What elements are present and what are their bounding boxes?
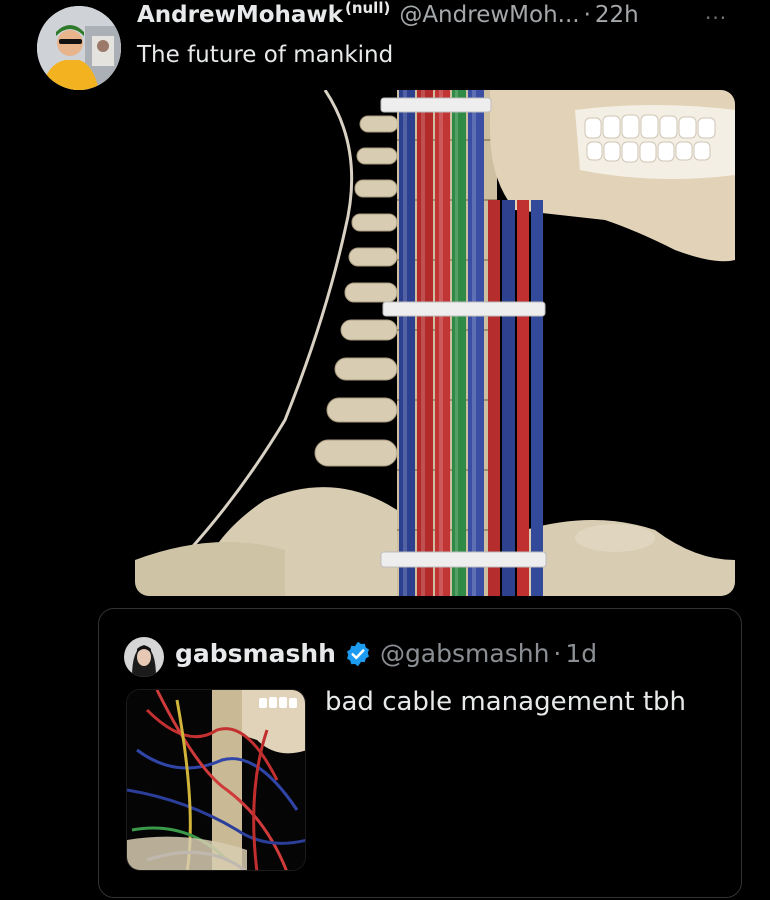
separator-dot: · <box>583 2 591 28</box>
anatomy-neck-vessels-image <box>127 690 305 870</box>
avatar-image <box>37 6 121 90</box>
quoted-tweet-text: bad cable management tbh <box>325 687 687 717</box>
quoted-tweet-header: gabsmashh @gabsmashh · 1d <box>175 639 597 668</box>
tweet-header: AndrewMohawk (null) @AndrewMoh... · 22h <box>137 0 639 38</box>
tweet-text: The future of mankind <box>137 42 394 68</box>
quoted-tweet-timestamp[interactable]: 1d <box>565 639 597 668</box>
more-options-icon[interactable]: ··· <box>705 6 727 30</box>
separator-dot: · <box>553 639 562 668</box>
avatar-image <box>124 637 164 677</box>
quoted-tweet-media[interactable] <box>126 689 306 871</box>
anatomy-spine-cables-image <box>135 90 735 596</box>
author-name[interactable]: AndrewMohawk <box>137 2 343 28</box>
tweet-timestamp[interactable]: 22h <box>595 2 639 28</box>
author-handle[interactable]: @AndrewMoh... <box>399 2 579 28</box>
verified-badge-icon <box>346 641 369 666</box>
tweet-media[interactable] <box>135 90 735 596</box>
quoted-author-handle[interactable]: @gabsmashh <box>380 639 549 668</box>
quoted-author-name[interactable]: gabsmashh <box>175 639 336 668</box>
author-name-suffix: (null) <box>344 0 391 17</box>
quoted-author-avatar[interactable] <box>124 637 164 677</box>
tweet[interactable]: AndrewMohawk (null) @AndrewMoh... · 22h … <box>0 0 770 900</box>
quoted-tweet[interactable]: gabsmashh @gabsmashh · 1d bad cable mana… <box>98 608 742 898</box>
author-avatar[interactable] <box>37 6 121 90</box>
